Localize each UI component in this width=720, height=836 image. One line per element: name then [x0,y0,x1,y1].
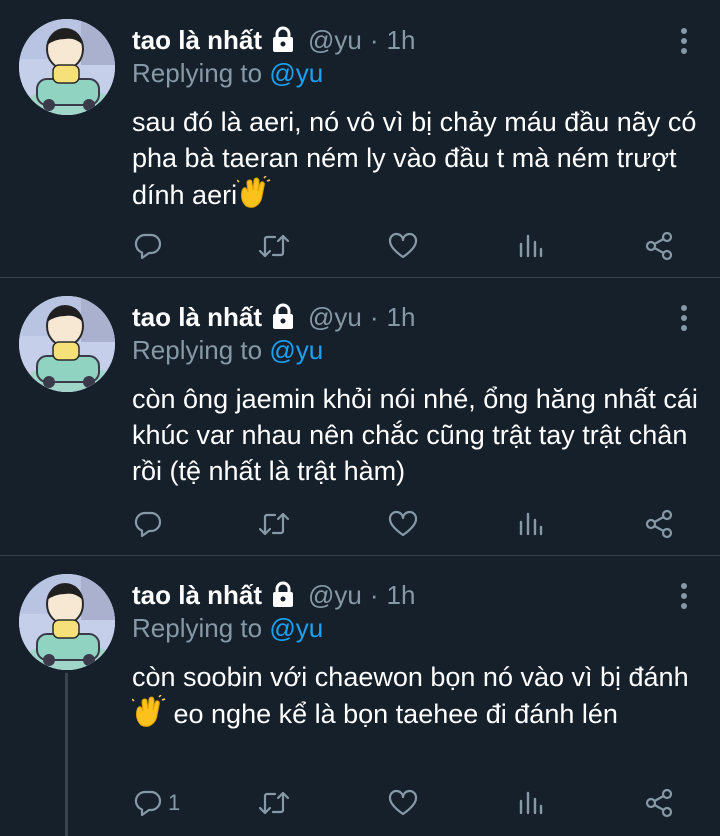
lock-icon [268,302,298,332]
tweet-header: tao là nhất @yu · 1h [132,577,415,613]
retweet-icon [258,791,290,815]
more-icon[interactable] [678,26,690,56]
tweet[interactable]: tao là nhất @yu · 1h Replying to @yu sau… [0,0,720,277]
analytics-icon [519,512,543,536]
separator: · [369,301,379,332]
tweet-text-tail: eo nghe kể là bọn taehee đi đánh lén [166,699,618,729]
tweet[interactable]: tao là nhất @yu · 1h Replying to @yu còn… [0,277,720,555]
reply-icon [134,511,162,538]
replying-mention[interactable]: @yu [269,613,323,643]
replying-mention[interactable]: @yu [269,335,323,365]
replying-prefix: Replying to [132,58,263,88]
display-name[interactable]: tao là nhất [132,25,262,56]
retweet-button[interactable] [258,231,290,261]
share-icon [645,231,673,261]
avatar[interactable] [19,296,115,392]
replying-prefix: Replying to [132,613,263,643]
tweet-actions [132,509,680,539]
reply-count: 1 [168,790,181,815]
like-button[interactable] [388,509,418,539]
separator: · [369,579,379,610]
tweet-header: tao là nhất @yu · 1h [132,299,415,335]
retweet-icon [258,234,290,258]
thread-line [65,673,68,836]
share-button[interactable] [644,231,674,261]
avatar[interactable] [19,19,115,115]
reply-button[interactable] [134,509,168,539]
analytics-icon [519,234,543,258]
analytics-button[interactable] [518,509,544,539]
analytics-icon [519,791,543,815]
tweet-header: tao là nhất @yu · 1h [132,22,415,58]
retweet-icon [258,512,290,536]
tweet-text: còn ông jaemin khỏi nói nhé, ổng hăng nh… [132,381,702,489]
analytics-button[interactable] [518,231,544,261]
lock-icon [268,25,298,55]
more-icon[interactable] [678,303,690,333]
replying-mention[interactable]: @yu [269,58,323,88]
like-button[interactable] [388,231,418,261]
tweet-text-main: còn soobin với chaewon bọn nó vào vì bị … [132,662,689,692]
display-name[interactable]: tao là nhất [132,580,262,611]
tweet-actions [132,231,680,261]
replying-to: Replying to @yu [132,335,323,366]
replying-to: Replying to @yu [132,58,323,89]
timestamp[interactable]: 1h [387,302,416,333]
tweet-actions: 1 [132,788,680,818]
timestamp[interactable]: 1h [387,25,416,56]
separator: · [369,24,379,55]
analytics-button[interactable] [518,788,544,818]
timestamp[interactable]: 1h [387,580,416,611]
tweet-text-main: sau đó là aeri, nó vô vì bị chảy máu đầu… [132,107,697,210]
avatar[interactable] [19,574,115,670]
handle[interactable]: @yu [308,25,362,56]
replying-to: Replying to @yu [132,613,323,644]
reply-icon [134,790,162,817]
tweet-text-main: còn ông jaemin khỏi nói nhé, ổng hăng nh… [132,384,698,486]
reply-button[interactable]: 1 [134,788,180,818]
retweet-button[interactable] [258,509,290,539]
more-icon[interactable] [678,581,690,611]
share-icon [645,509,673,539]
waving-hands-emoji [236,175,271,210]
like-icon [388,789,418,816]
reply-button[interactable] [134,231,168,261]
display-name[interactable]: tao là nhất [132,302,262,333]
replying-prefix: Replying to [132,335,263,365]
share-icon [645,788,673,818]
tweet-text: còn soobin với chaewon bọn nó vào vì bị … [131,659,702,732]
tweet-text: sau đó là aeri, nó vô vì bị chảy máu đầu… [132,104,702,213]
like-icon [388,232,418,259]
lock-icon [268,580,298,610]
retweet-button[interactable] [258,788,290,818]
handle[interactable]: @yu [308,580,362,611]
tweet[interactable]: tao là nhất @yu · 1h Replying to @yu còn… [0,555,720,836]
reply-icon [134,233,162,260]
share-button[interactable] [644,788,674,818]
share-button[interactable] [644,509,674,539]
waving-hands-emoji [131,694,166,729]
like-icon [388,510,418,537]
like-button[interactable] [388,788,418,818]
handle[interactable]: @yu [308,302,362,333]
